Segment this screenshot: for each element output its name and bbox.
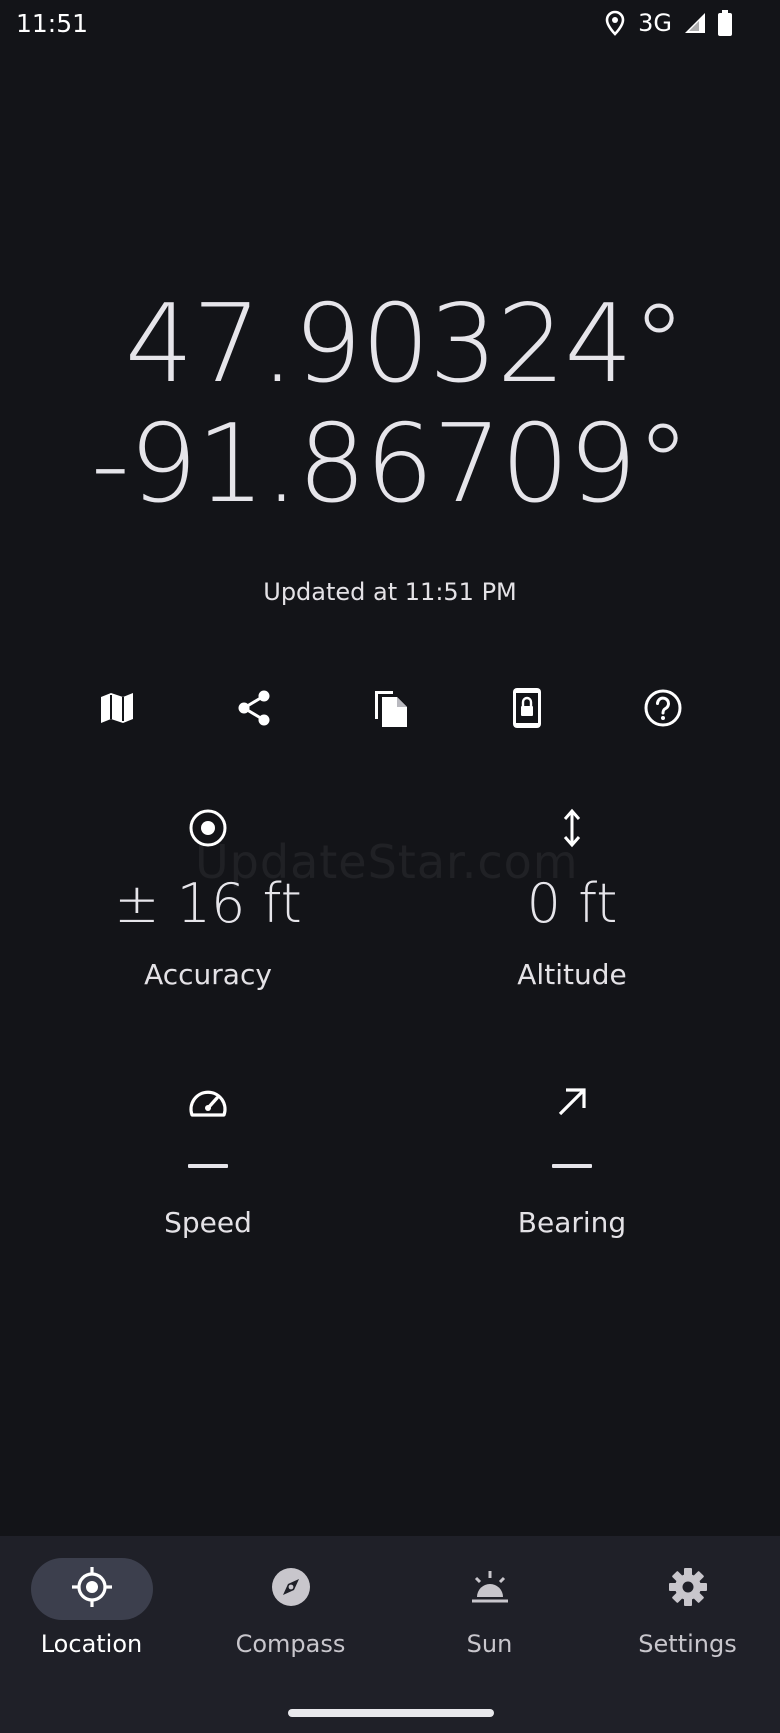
vertical-arrows-icon (392, 804, 752, 852)
share-button[interactable] (226, 680, 282, 736)
speed-label: Speed (164, 1206, 252, 1239)
sunrise-icon (470, 1569, 510, 1609)
compass-icon (271, 1567, 311, 1611)
north-east-arrow-icon (392, 1078, 752, 1126)
coordinates: 47.90324° -91.86709° (0, 285, 780, 525)
speedometer-icon (28, 1078, 388, 1126)
gear-icon (668, 1567, 708, 1611)
speed-stat: Speed (28, 1078, 388, 1239)
speed-dash (188, 1164, 228, 1168)
status-icons: 3G (604, 8, 732, 38)
bearing-stat: Bearing (392, 1078, 752, 1239)
copy-icon (371, 687, 409, 729)
nav-sun[interactable]: Sun (392, 1558, 587, 1658)
crosshair-icon (70, 1565, 114, 1613)
status-time: 11:51 (16, 9, 89, 38)
help-button[interactable] (635, 680, 691, 736)
network-type: 3G (638, 9, 672, 37)
bearing-dash (552, 1164, 592, 1168)
bearing-label: Bearing (517, 1206, 627, 1239)
lock-screen-icon (512, 687, 542, 729)
nav-location-label: Location (40, 1630, 143, 1658)
altitude-label: Altitude (517, 958, 627, 991)
accuracy-label: Accuracy (144, 958, 272, 991)
lock-screen-button[interactable] (499, 680, 555, 736)
nav-compass[interactable]: Compass (193, 1558, 388, 1658)
share-icon (236, 689, 272, 727)
nav-settings[interactable]: Settings (590, 1558, 780, 1658)
nav-settings-label: Settings (638, 1630, 737, 1658)
home-indicator[interactable] (288, 1709, 494, 1717)
nav-sun-pill (429, 1558, 551, 1620)
map-icon (99, 691, 135, 725)
map-button[interactable] (89, 680, 145, 736)
bottom-navigation: Location Compass Sun Settings (0, 1536, 780, 1733)
altitude-stat: 0 ft Altitude (392, 804, 752, 991)
action-row (0, 680, 780, 736)
latitude: 47.90324° (124, 282, 686, 407)
target-icon (28, 804, 388, 852)
signal-icon (684, 12, 706, 34)
nav-location-pill (30, 1558, 153, 1620)
nav-sun-label: Sun (466, 1630, 513, 1658)
nav-location[interactable]: Location (0, 1558, 189, 1658)
battery-icon (718, 10, 732, 36)
copy-button[interactable] (362, 680, 418, 736)
updated-time: Updated at 11:51 PM (263, 578, 517, 606)
status-bar: 11:51 3G (0, 0, 780, 50)
nav-compass-pill (230, 1558, 352, 1620)
altitude-value: 0 ft (526, 872, 618, 935)
screen: 11:51 3G 47.90324° -91.86709° Updated at… (0, 0, 780, 1733)
longitude: -91.86709° (90, 402, 690, 527)
help-icon (643, 688, 683, 728)
nav-compass-label: Compass (235, 1630, 346, 1658)
accuracy-stat: ± 16 ft Accuracy (28, 804, 388, 991)
location-pin-icon (604, 10, 626, 36)
nav-settings-pill (627, 1558, 749, 1620)
accuracy-value: ± 16 ft (114, 872, 302, 935)
